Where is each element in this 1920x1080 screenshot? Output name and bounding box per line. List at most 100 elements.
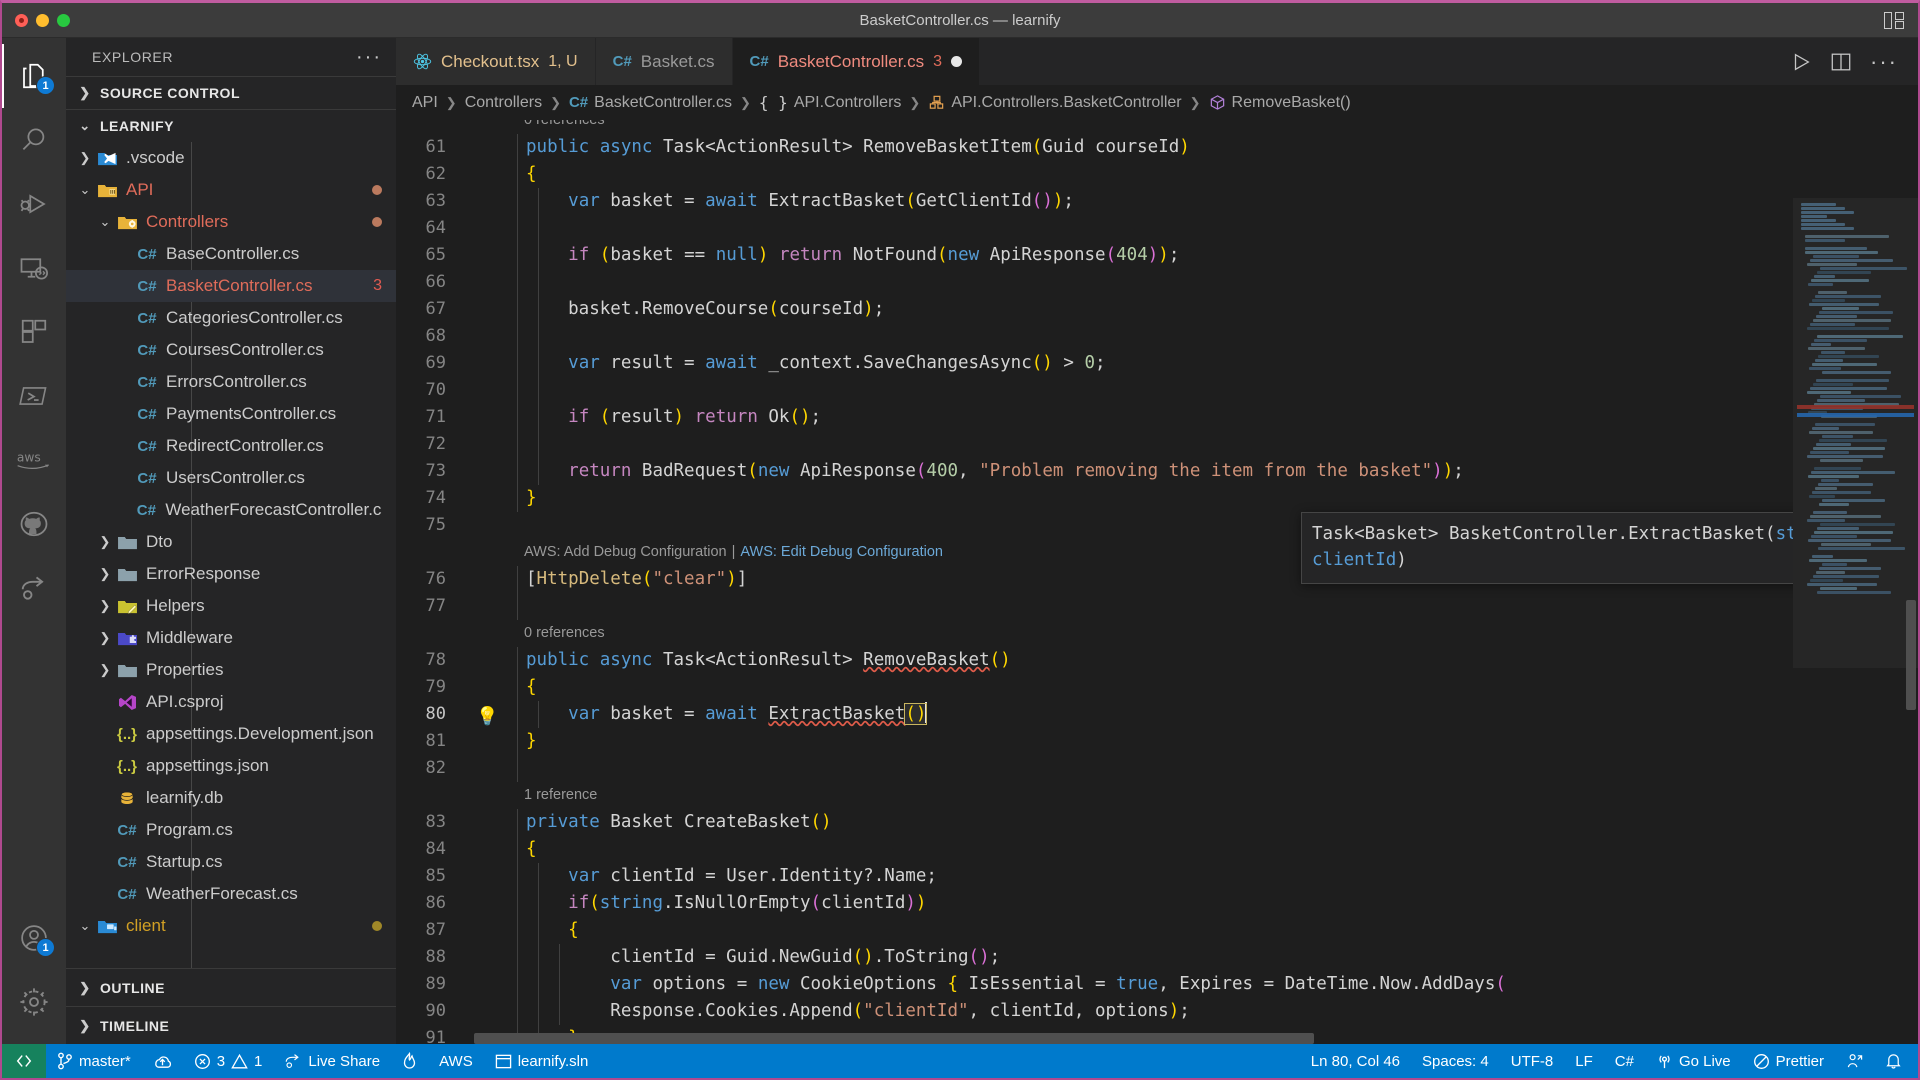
tree-item[interactable]: ❯ Middleware [66, 622, 396, 654]
code-line[interactable]: 83 private Basket CreateBasket() [396, 809, 1793, 836]
breadcrumb[interactable]: API ❯ Controllers ❯ C# BasketController.cs ❯ { … [396, 85, 1918, 120]
minimize-window-button[interactable] [36, 13, 49, 27]
tree-item[interactable]: ❯ .vscode [66, 142, 396, 174]
status-live-share[interactable]: Live Share [273, 1044, 391, 1078]
tree-item[interactable]: C# CoursesController.cs [66, 334, 396, 366]
activity-item-extensions[interactable] [2, 300, 66, 364]
status-feedback[interactable] [1835, 1044, 1874, 1078]
tree-item[interactable]: C# Startup.cs [66, 846, 396, 878]
code-line[interactable]: 84 { [396, 836, 1793, 863]
breadcrumb-item[interactable]: Controllers [465, 94, 542, 112]
tree-item[interactable]: ❯ ErrorResponse [66, 558, 396, 590]
sidebar-section-outline[interactable]: ❯ OUTLINE [66, 968, 396, 1006]
code-line[interactable]: 89 var options = new CookieOptions { IsE… [396, 971, 1793, 998]
code-line[interactable]: 68 [396, 323, 1793, 350]
code-surface[interactable]: 0 references 61 public async Task<ActionRe… [396, 120, 1793, 1044]
status-eol[interactable]: LF [1564, 1044, 1604, 1078]
code-line[interactable]: 64 [396, 215, 1793, 242]
code-line[interactable]: 78 public async Task<ActionResult> Remove… [396, 647, 1793, 674]
activity-item-github[interactable] [2, 492, 66, 556]
activity-item-run-and-debug[interactable] [2, 172, 66, 236]
status-go-live[interactable]: Go Live [1645, 1044, 1742, 1078]
file-tree[interactable]: ❯ .vscode ⌄ API ⌄ Controllers C# BaseController… [66, 142, 396, 968]
tree-item[interactable]: ⌄ client [66, 910, 396, 942]
chevron-down-icon[interactable]: ⌄ [76, 182, 94, 198]
editor-tab[interactable]: Checkout.tsx 1, U [396, 38, 596, 85]
sidebar-section-timeline[interactable]: ❯ TIMELINE [66, 1006, 396, 1044]
status-indentation[interactable]: Spaces: 4 [1411, 1044, 1500, 1078]
code-line[interactable]: 73 return BadRequest(new ApiResponse(400… [396, 458, 1793, 485]
activity-item-search[interactable] [2, 108, 66, 172]
tree-item[interactable]: {..} appsettings.json [66, 750, 396, 782]
status-problems[interactable]: 3 1 [183, 1044, 274, 1078]
status-notifications[interactable] [1874, 1044, 1918, 1078]
tree-item[interactable]: learnify.db [66, 782, 396, 814]
breadcrumb-item[interactable]: C# BasketController.cs [569, 94, 732, 112]
status-prettier[interactable]: Prettier [1742, 1044, 1835, 1078]
chevron-right-icon[interactable]: ❯ [76, 150, 94, 166]
horizontal-scrollbar[interactable] [474, 1033, 1653, 1044]
tree-item[interactable]: C# PaymentsController.cs [66, 398, 396, 430]
breadcrumb-item[interactable]: { } API.Controllers [759, 93, 902, 112]
status-source-branch[interactable]: master* [46, 1044, 142, 1078]
codelens-annotation[interactable]: 1 reference [396, 782, 1793, 809]
split-editor-button[interactable] [1830, 51, 1852, 73]
activity-item-explorer[interactable]: 1 [2, 44, 66, 108]
tree-item[interactable]: ❯ Dto [66, 526, 396, 558]
vertical-scrollbar[interactable] [1904, 120, 1918, 1044]
code-line[interactable]: 87 { [396, 917, 1793, 944]
editor-more-actions-button[interactable]: ··· [1870, 50, 1898, 72]
code-line[interactable]: 77 [396, 593, 1793, 620]
status-flame[interactable] [391, 1044, 428, 1078]
chevron-down-icon[interactable]: ⌄ [76, 918, 94, 934]
activity-item-terminal-shell[interactable] [2, 364, 66, 428]
code-line[interactable]: 67 basket.RemoveCourse(courseId); [396, 296, 1793, 323]
activity-item-live-share[interactable] [2, 556, 66, 620]
chevron-right-icon[interactable]: ❯ [96, 534, 114, 550]
status-aws[interactable]: AWS [428, 1044, 484, 1078]
explorer-more-actions-button[interactable]: ··· [356, 47, 382, 67]
chevron-right-icon[interactable]: ❯ [96, 598, 114, 614]
close-window-button[interactable] [15, 13, 28, 27]
maximize-window-button[interactable] [57, 13, 70, 27]
tab-dirty-indicator[interactable] [951, 56, 963, 67]
status-encoding[interactable]: UTF-8 [1500, 1044, 1565, 1078]
editor-layout-button[interactable] [1884, 11, 1918, 29]
code-line[interactable]: 90 Response.Cookies.Append("clientId", c… [396, 998, 1793, 1025]
code-line[interactable]: 65 if (basket == null) return NotFound(n… [396, 242, 1793, 269]
tree-item[interactable]: ❯ Properties [66, 654, 396, 686]
chevron-down-icon[interactable]: ⌄ [96, 214, 114, 230]
minimap[interactable] [1793, 120, 1918, 1044]
run-file-button[interactable] [1790, 51, 1812, 73]
tree-item[interactable]: C# BasketController.cs 3 [66, 270, 396, 302]
breadcrumb-item[interactable]: API [412, 94, 438, 112]
code-line[interactable]: 69 var result = await _context.SaveChang… [396, 350, 1793, 377]
tree-item[interactable]: C# BaseController.cs [66, 238, 396, 270]
sidebar-section-source-control[interactable]: ❯ SOURCE CONTROL [66, 76, 396, 109]
breadcrumb-item[interactable]: API.Controllers.BasketController [928, 94, 1182, 112]
tree-item[interactable]: API.csproj [66, 686, 396, 718]
code-line[interactable]: 81} [396, 728, 1793, 755]
tree-item[interactable]: C# Program.cs [66, 814, 396, 846]
code-line[interactable]: 71 if (result) return Ok(); [396, 404, 1793, 431]
status-remote-host[interactable] [2, 1044, 46, 1078]
lightbulb-icon[interactable]: 💡 [476, 703, 498, 730]
status-sync-changes[interactable] [142, 1044, 183, 1078]
aws-edit-debug-config-link[interactable]: AWS: Edit Debug Configuration [740, 539, 943, 566]
code-line[interactable]: 88 clientId = Guid.NewGuid().ToString(); [396, 944, 1793, 971]
code-line[interactable]: 61 public async Task<ActionResult> Remove… [396, 134, 1793, 161]
codelens-annotation[interactable]: 0 references [396, 120, 1793, 134]
code-line[interactable]: 80 💡 var basket = await ExtractBasket() [396, 701, 1793, 728]
tree-item[interactable]: C# CategoriesController.cs [66, 302, 396, 334]
chevron-right-icon[interactable]: ❯ [96, 630, 114, 646]
code-line[interactable]: 63 var basket = await ExtractBasket(GetC… [396, 188, 1793, 215]
editor-tab[interactable]: C# Basket.cs [595, 38, 733, 85]
code-editor[interactable]: 0 references 61 public async Task<ActionRe… [396, 120, 1918, 1044]
code-line[interactable]: 85 var clientId = User.Identity?.Name; [396, 863, 1793, 890]
code-line[interactable]: 62 { [396, 161, 1793, 188]
codelens-annotation[interactable]: 0 references [396, 620, 1793, 647]
editor-tab[interactable]: C# BasketController.cs 3 [732, 38, 981, 85]
tree-item[interactable]: C# WeatherForecast.cs [66, 878, 396, 910]
code-line[interactable]: 82 [396, 755, 1793, 782]
sidebar-section-learnify[interactable]: ⌄ LEARNIFY [66, 109, 396, 142]
